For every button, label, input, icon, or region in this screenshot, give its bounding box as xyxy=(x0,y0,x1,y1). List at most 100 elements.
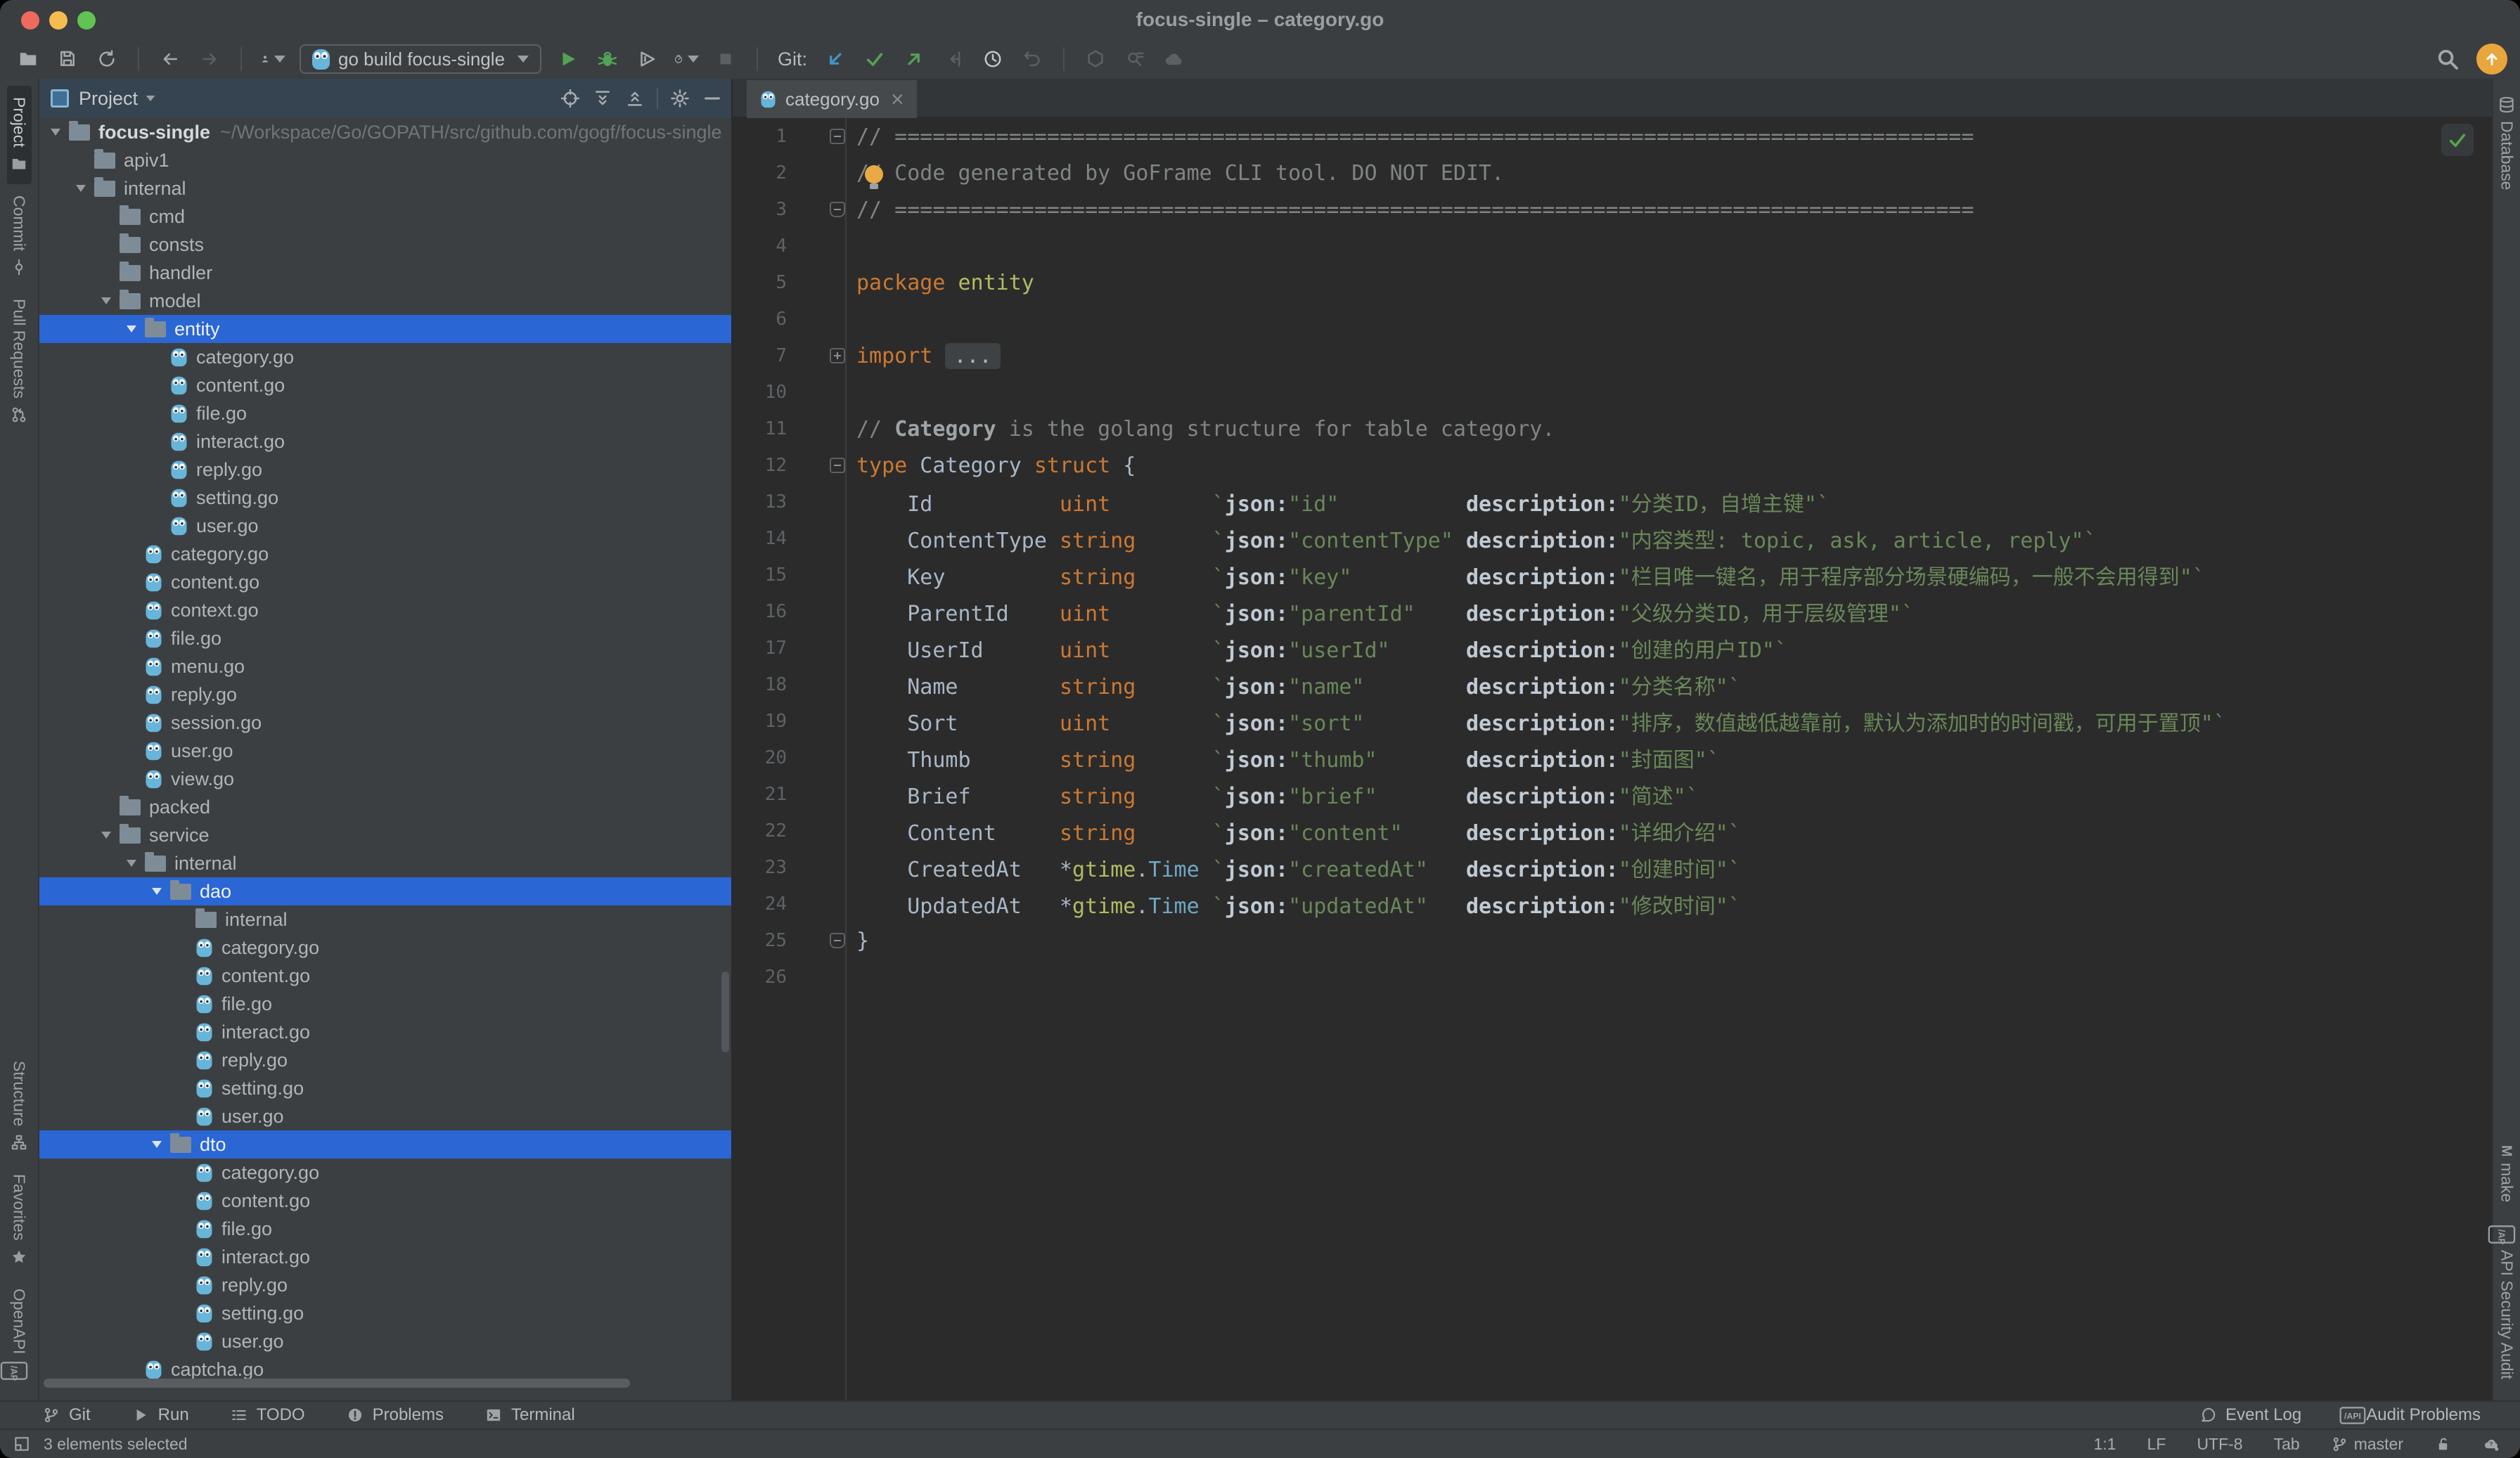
user-profile-button[interactable] xyxy=(260,46,285,72)
line-number[interactable]: 5 xyxy=(733,272,787,293)
line-number[interactable]: 21 xyxy=(733,784,787,805)
tree-item-content-go[interactable]: content.go xyxy=(39,962,731,990)
tree-item-file-go[interactable]: file.go xyxy=(39,1215,731,1243)
tree-item-dao[interactable]: dao xyxy=(39,877,731,905)
tree-item-menu-go[interactable]: menu.go xyxy=(39,652,731,680)
tree-item-dto[interactable]: dto xyxy=(39,1130,731,1159)
rollback-button[interactable] xyxy=(1020,46,1045,72)
tree-chevron-icon[interactable] xyxy=(94,832,118,839)
cloud-settings-widget[interactable]: ? xyxy=(2483,1436,2500,1453)
toolwindow-button-audit-problems[interactable]: /APIAudit Problems xyxy=(2339,1405,2481,1425)
code-text[interactable]: // Code generated by GoFrame CLI tool. D… xyxy=(856,161,1504,186)
tree-chevron-icon[interactable] xyxy=(69,155,93,165)
tree-item-setting-go[interactable]: setting.go xyxy=(39,484,731,512)
tree-item-interact-go[interactable]: interact.go xyxy=(39,1018,731,1046)
code-text[interactable]: // =====================================… xyxy=(856,198,1974,222)
tree-item-context-go[interactable]: context.go xyxy=(39,596,731,624)
find-in-files-button[interactable] xyxy=(1122,46,1148,72)
inspections-ok-widget[interactable] xyxy=(2441,124,2474,156)
tree-chevron-icon[interactable] xyxy=(170,915,194,924)
line-ending-widget[interactable]: LF xyxy=(2147,1435,2166,1454)
tree-item-interact-go[interactable]: interact.go xyxy=(39,427,731,456)
line-number[interactable]: 17 xyxy=(733,638,787,659)
update-project-button[interactable] xyxy=(823,46,848,72)
stripe-item-openapi[interactable]: OpenAPI/API xyxy=(7,1277,32,1391)
tree-item-category-go[interactable]: category.go xyxy=(39,540,731,568)
tree-item-internal[interactable]: internal xyxy=(39,849,731,877)
stop-button[interactable] xyxy=(713,46,738,72)
intention-bulb-icon[interactable] xyxy=(865,165,883,183)
toolwindow-button-todo[interactable]: TODO xyxy=(230,1405,305,1425)
code-text[interactable]: UserId uint `json:"userId" description:"… xyxy=(856,633,1787,664)
tree-item-reply-go[interactable]: reply.go xyxy=(39,680,731,709)
stripe-item-pull-requests[interactable]: Pull Requests xyxy=(7,288,32,435)
push-button[interactable] xyxy=(901,46,927,72)
line-number[interactable]: 3 xyxy=(733,199,787,220)
toolwindow-button-terminal[interactable]: Terminal xyxy=(484,1405,575,1425)
vertical-scrollbar[interactable] xyxy=(721,972,729,1052)
tree-chevron-icon[interactable] xyxy=(44,129,68,136)
fold-marker-icon[interactable] xyxy=(830,129,845,144)
stripe-item-favorites[interactable]: Favorites xyxy=(7,1163,32,1277)
tree-item-category-go[interactable]: category.go xyxy=(39,343,731,371)
line-number[interactable]: 14 xyxy=(733,528,787,549)
project-panel-title[interactable]: Project xyxy=(79,88,138,110)
toolwindow-button-run[interactable]: Run xyxy=(131,1405,189,1425)
tab-category-go[interactable]: category.go × xyxy=(747,80,917,118)
line-number[interactable]: 23 xyxy=(733,857,787,878)
tree-chevron-icon[interactable] xyxy=(69,185,93,192)
tree-item-user-go[interactable]: user.go xyxy=(39,737,731,765)
tree-item-user-go[interactable]: user.go xyxy=(39,512,731,540)
line-number[interactable]: 22 xyxy=(733,820,787,841)
line-number[interactable]: 2 xyxy=(733,162,787,183)
debug-button[interactable] xyxy=(595,46,620,72)
tree-item-file-go[interactable]: file.go xyxy=(39,399,731,427)
tree-item-file-go[interactable]: file.go xyxy=(39,624,731,652)
save-all-button[interactable] xyxy=(55,46,80,72)
toolwindow-switcher-icon[interactable] xyxy=(13,1435,31,1453)
tree-chevron-icon[interactable] xyxy=(94,268,118,278)
indent-widget[interactable]: Tab xyxy=(2274,1435,2300,1454)
tree-item-user-go[interactable]: user.go xyxy=(39,1327,731,1355)
search-everywhere-icon[interactable] xyxy=(2434,46,2461,72)
commit-button[interactable] xyxy=(862,46,887,72)
line-number[interactable]: 13 xyxy=(733,491,787,512)
tree-item-consts[interactable]: consts xyxy=(39,231,731,259)
code-text[interactable]: // Category is the golang structure for … xyxy=(856,417,1555,441)
open-project-button[interactable] xyxy=(15,46,41,72)
stripe-item-structure[interactable]: Structure xyxy=(7,1050,32,1163)
caret-position-widget[interactable]: 1:1 xyxy=(2094,1435,2116,1454)
line-number[interactable]: 1 xyxy=(733,126,787,147)
run-button[interactable] xyxy=(555,46,581,72)
encoding-widget[interactable]: UTF-8 xyxy=(2197,1435,2242,1454)
tree-item-category-go[interactable]: category.go xyxy=(39,934,731,962)
line-number[interactable]: 18 xyxy=(733,674,787,695)
tree-item-cmd[interactable]: cmd xyxy=(39,202,731,231)
tree-chevron-icon[interactable] xyxy=(94,240,118,250)
editor-body[interactable]: 1 // ====================================… xyxy=(733,118,2492,1400)
tree-item-view-go[interactable]: view.go xyxy=(39,765,731,793)
line-number[interactable]: 11 xyxy=(733,418,787,439)
tree-chevron-icon[interactable] xyxy=(94,212,118,221)
code-text[interactable]: type Category struct { xyxy=(856,453,1136,478)
line-number[interactable]: 19 xyxy=(733,711,787,732)
code-text[interactable]: CreatedAt *gtime.Time `json:"createdAt" … xyxy=(856,852,1741,883)
cloud-sync-button[interactable] xyxy=(1162,46,1187,72)
line-number[interactable]: 12 xyxy=(733,455,787,476)
tree-chevron-icon[interactable] xyxy=(145,1141,169,1148)
tree-item-reply-go[interactable]: reply.go xyxy=(39,1046,731,1074)
code-text[interactable]: Name string `json:"name" description:"分类… xyxy=(856,669,1741,700)
stripe-item-make[interactable]: Mmake xyxy=(2495,1126,2519,1213)
tree-item-content-go[interactable]: content.go xyxy=(39,568,731,596)
collapse-all-icon[interactable] xyxy=(624,88,645,109)
tree-chevron-icon[interactable] xyxy=(94,802,118,812)
fold-marker-icon[interactable] xyxy=(830,202,845,217)
readonly-toggle[interactable] xyxy=(2434,1436,2452,1453)
tree-chevron-icon[interactable] xyxy=(120,860,143,867)
tree-item-reply-go[interactable]: reply.go xyxy=(39,1271,731,1299)
tree-item-reply-go[interactable]: reply.go xyxy=(39,456,731,484)
navigate-back-button[interactable] xyxy=(158,46,183,72)
line-number[interactable]: 7 xyxy=(733,345,787,366)
code-text[interactable]: Brief string `json:"brief" description:"… xyxy=(856,779,1699,810)
tree-item-content-go[interactable]: content.go xyxy=(39,1187,731,1215)
